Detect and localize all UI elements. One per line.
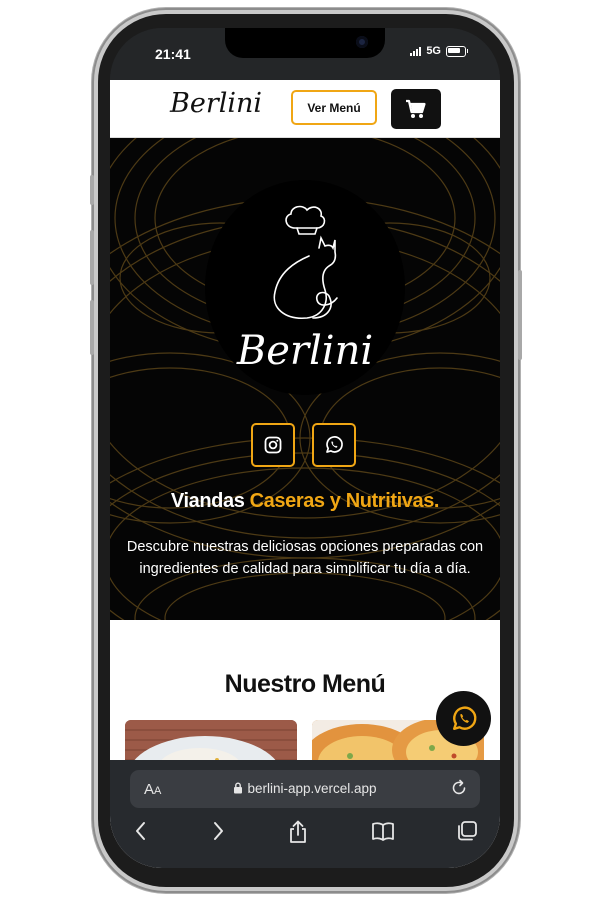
- browser-bottom-icons: [110, 820, 500, 850]
- forward-icon[interactable]: [209, 820, 227, 842]
- hero-section: Berlini Viandas Caseras y Nutritivas. De…: [110, 138, 500, 620]
- hero-logo-text: Berlini: [236, 328, 374, 374]
- phone-volume-up-button: [90, 230, 94, 285]
- chef-cat-logo: [273, 205, 338, 319]
- view-menu-button[interactable]: Ver Menú: [291, 90, 377, 125]
- lock-icon: [234, 782, 243, 794]
- whatsapp-icon: [452, 706, 476, 730]
- headline-accent: Caseras y Nutritivas.: [249, 490, 440, 512]
- cart-icon: [406, 99, 426, 118]
- url-text: berlini-app.vercel.app: [247, 781, 377, 796]
- status-bar: 21:41 5G: [110, 28, 500, 80]
- top-navbar: Berlini Ver Menú: [110, 80, 500, 138]
- status-indicators: 5G: [410, 45, 468, 57]
- hero-description: Descubre nuestras deliciosas opciones pr…: [126, 539, 484, 577]
- whatsapp-social-button[interactable]: [312, 423, 356, 467]
- url-display[interactable]: berlini-app.vercel.app: [130, 781, 480, 796]
- network-label: 5G: [426, 45, 441, 57]
- status-time: 21:41: [155, 46, 191, 62]
- headline-plain: Viandas: [170, 490, 250, 512]
- instagram-button[interactable]: [251, 423, 295, 467]
- share-icon[interactable]: [287, 820, 309, 844]
- cart-button[interactable]: [391, 89, 441, 129]
- reload-icon[interactable]: [450, 779, 468, 797]
- battery-icon: [446, 45, 468, 57]
- whatsapp-float-button[interactable]: [436, 691, 491, 746]
- back-icon[interactable]: [132, 820, 150, 842]
- phone-side-button: [90, 175, 94, 205]
- bookmarks-icon[interactable]: [371, 820, 395, 842]
- front-camera: [356, 36, 368, 48]
- whatsapp-icon: [326, 436, 343, 453]
- phone-screen: 21:41 5G Berlini Ver Menú Berlini Vianda…: [110, 28, 500, 868]
- instagram-icon: [264, 436, 282, 454]
- phone-power-button: [518, 270, 522, 360]
- notch: [225, 28, 385, 58]
- signal-icon: [410, 46, 422, 56]
- phone-volume-down-button: [90, 300, 94, 355]
- hero-headline: Viandas Caseras y Nutritivas.: [110, 490, 500, 513]
- tabs-icon[interactable]: [456, 820, 478, 842]
- address-bar[interactable]: AA berlini-app.vercel.app: [130, 770, 480, 808]
- brand-logo[interactable]: Berlini: [170, 88, 262, 119]
- browser-toolbar: AA berlini-app.vercel.app: [110, 760, 500, 868]
- menu-title: Nuestro Menú: [224, 670, 386, 698]
